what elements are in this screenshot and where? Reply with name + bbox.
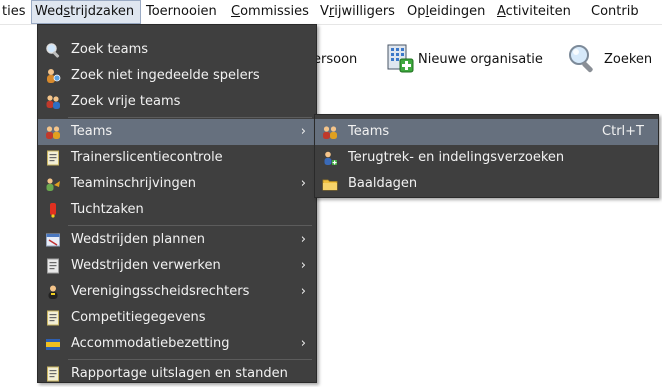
building-add-icon[interactable]	[384, 42, 416, 74]
toolbar-label: Zoeken	[604, 52, 653, 67]
toolbar-nieuwe-organisatie[interactable]: Nieuwe organisatie	[418, 45, 543, 75]
menu-item-teams[interactable]: Teams ›	[38, 119, 316, 145]
menu-item-wedstrijden-verwerken[interactable]: Wedstrijden verwerken ›	[38, 253, 316, 279]
toolbar-zoeken[interactable]: Zoeken	[604, 45, 652, 75]
submenu-arrow-icon: ›	[300, 176, 306, 191]
menu-label: Contrib	[591, 4, 639, 19]
menu-activiteiten[interactable]: Activiteiten	[494, 0, 574, 24]
menu-item-competitiegegevens[interactable]: Competitiegegevens	[38, 305, 316, 331]
menu-toernooien[interactable]: Toernooien	[143, 0, 220, 24]
menu-item-label: Baaldagen	[348, 176, 418, 191]
menu-item-label: Teaminschrijvingen	[71, 176, 196, 191]
menu-item-accommodatiebezetting[interactable]: Accommodatiebezetting ›	[38, 331, 316, 357]
document-icon	[47, 150, 59, 166]
menu-label-part: Op	[407, 4, 426, 19]
menu-label-accel: C	[231, 4, 241, 19]
submenu-item-baaldagen[interactable]: Baaldagen	[315, 171, 658, 197]
accommodation-icon	[46, 339, 60, 350]
menu-organisaties[interactable]: ties	[0, 0, 28, 24]
submenu-arrow-icon: ›	[300, 336, 306, 351]
menu-item-zoek-teams[interactable]: Zoek teams	[38, 37, 316, 63]
folder-icon	[322, 179, 338, 191]
menu-item-label: Terugtrek- en indelingsverzoeken	[348, 150, 565, 165]
menu-item-label: Teams	[71, 124, 113, 139]
menu-label-part: eidingen	[429, 4, 486, 19]
people-search-icon	[46, 95, 60, 109]
menu-label-part: Wed	[35, 4, 64, 19]
menubar: ties Wedstrijdzaken Toernooien Commissie…	[0, 0, 662, 25]
teams-icon	[323, 126, 337, 139]
toolbar-label: ersoon	[313, 52, 358, 67]
menu-vrijwilligers[interactable]: Vrijwilligers	[317, 0, 398, 24]
teams-icon	[46, 126, 60, 139]
menu-item-rapportage-uitslagen-en-standen[interactable]: Rapportage uitslagen en standen	[38, 361, 316, 387]
menu-item-label: Competitiegegevens	[71, 310, 206, 325]
document-icon	[47, 366, 59, 382]
document-icon	[47, 310, 59, 326]
menu-separator	[68, 117, 312, 118]
menu-label: ties	[2, 4, 26, 19]
submenu-arrow-icon: ›	[300, 284, 306, 299]
menu-item-zoek-niet-ingedeelde-spelers[interactable]: Zoek niet ingedeelde spelers	[38, 63, 316, 89]
menu-item-trainerslicentiecontrole[interactable]: Trainerslicentiecontrole	[38, 145, 316, 171]
toolbar-label: Nieuwe organisatie	[418, 52, 543, 67]
menu-wedstrijdzaken[interactable]: Wedstrijdzaken	[31, 0, 141, 24]
menu-label-part: V	[320, 4, 329, 19]
team-signup-icon	[46, 178, 60, 191]
menu-item-shortcut: Ctrl+T	[602, 124, 644, 139]
menu-opleidingen[interactable]: Opleidingen	[404, 0, 488, 24]
menu-label-part: ctiviteiten	[505, 4, 571, 19]
discipline-icon	[50, 203, 56, 218]
submenu-arrow-icon: ›	[300, 258, 306, 273]
submenu-item-teams[interactable]: Teams Ctrl+T	[315, 119, 658, 145]
players-icon	[47, 69, 61, 83]
menu-label-part: ommissies	[240, 4, 309, 19]
wedstrijdzaken-menu: Zoek teams Zoek niet ingedeelde spelers …	[37, 24, 317, 383]
toolbar-persoon[interactable]: ersoon	[313, 45, 357, 75]
menu-item-label: Wedstrijden plannen	[71, 232, 205, 247]
menu-item-label: Verenigingsscheidsrechters	[71, 284, 250, 299]
menu-item-label: Zoek teams	[71, 42, 149, 57]
menu-item-wedstrijden-plannen[interactable]: Wedstrijden plannen ›	[38, 227, 316, 253]
document-icon	[47, 258, 59, 274]
menu-item-teaminschrijvingen[interactable]: Teaminschrijvingen ›	[38, 171, 316, 197]
menu-item-label: Teams	[348, 124, 390, 139]
menu-commissies[interactable]: Commissies	[228, 0, 312, 24]
teams-submenu: Teams Ctrl+T Terugtrek- en indelingsverz…	[314, 114, 659, 198]
withdraw-icon	[324, 151, 337, 165]
schedule-icon	[46, 233, 60, 247]
menu-item-label: Rapportage uitslagen en standen	[71, 366, 288, 381]
menu-separator	[68, 359, 312, 360]
menu-label-accel: A	[497, 4, 506, 19]
menu-label-part: ijwilligers	[334, 4, 395, 19]
search-icon[interactable]	[566, 42, 598, 76]
submenu-item-terugtrek-en-indelingsverzoeken[interactable]: Terugtrek- en indelingsverzoeken	[315, 145, 658, 171]
menu-item-zoek-vrije-teams[interactable]: Zoek vrije teams	[38, 89, 316, 115]
magnifier-icon	[46, 43, 60, 58]
submenu-arrow-icon: ›	[300, 124, 306, 139]
menu-item-label: Wedstrijden verwerken	[71, 258, 221, 273]
menu-item-label: Trainerslicentiecontrole	[71, 150, 223, 165]
menu-label-part: trijdzaken	[70, 4, 135, 19]
referee-icon	[48, 285, 58, 299]
menu-item-label: Zoek vrije teams	[71, 94, 181, 109]
menu-label: Toernooien	[146, 4, 217, 19]
menu-item-label: Tuchtzaken	[71, 202, 144, 217]
menu-item-label: Accommodatiebezetting	[71, 336, 230, 351]
submenu-arrow-icon: ›	[300, 232, 306, 247]
menu-separator	[68, 225, 312, 226]
menu-contributie[interactable]: Contrib	[588, 0, 642, 24]
menu-item-verenigingsscheidsrechters[interactable]: Verenigingsscheidsrechters ›	[38, 279, 316, 305]
menu-item-tuchtzaken[interactable]: Tuchtzaken	[38, 197, 316, 223]
menu-item-label: Zoek niet ingedeelde spelers	[71, 68, 260, 83]
